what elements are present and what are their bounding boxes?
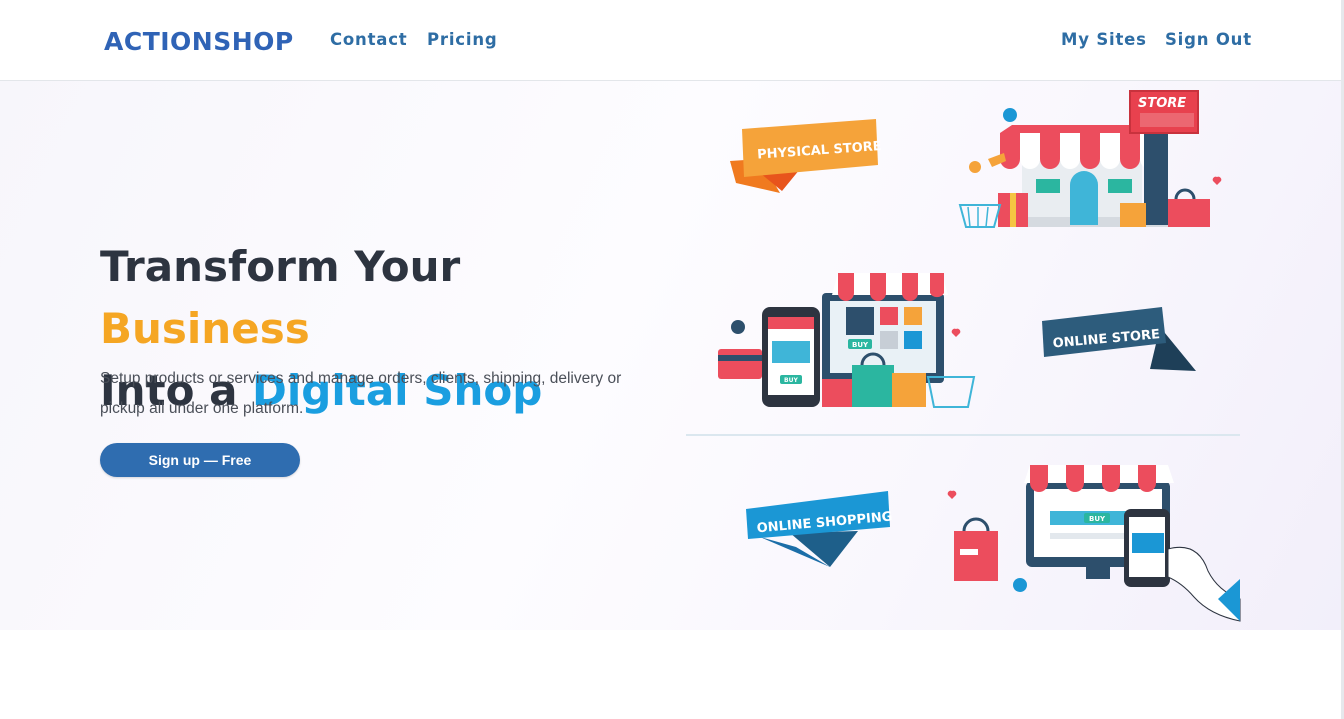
- actionshop-logo[interactable]: ACTIONSHOP: [104, 27, 294, 56]
- store-sign-label: STORE: [1138, 96, 1186, 111]
- online-shopping-icon: BUY: [947, 465, 1241, 622]
- buy-label-phone: BUY: [784, 377, 798, 384]
- buy-label-monitor: BUY: [1089, 515, 1106, 523]
- headline-text-1: Transform Your: [100, 242, 461, 291]
- ribbon-online-store: ONLINE STORE: [1042, 307, 1196, 371]
- top-navbar: ACTIONSHOP Contact Pricing My Sites Sign…: [0, 0, 1344, 81]
- hero-section: Transform Your Business Into a Digital S…: [0, 81, 1341, 630]
- nav-link-sign-out[interactable]: Sign Out: [1165, 30, 1252, 49]
- hero-subtext: Setup products or services and manage or…: [100, 370, 622, 417]
- ribbon-physical-store: PHYSICAL STORE: [730, 119, 882, 193]
- buy-label-window: BUY: [852, 341, 869, 349]
- nav-link-my-sites[interactable]: My Sites: [1061, 30, 1147, 49]
- signup-free-button[interactable]: Sign up — Free: [100, 443, 300, 477]
- online-store-icon: BUY BUY: [718, 273, 976, 408]
- ribbon-online-shopping: ONLINE SHOPPING: [746, 491, 893, 567]
- headline-highlight-business: Business: [100, 304, 310, 353]
- nav-link-contact[interactable]: Contact: [330, 30, 407, 49]
- nav-link-pricing[interactable]: Pricing: [427, 30, 497, 49]
- physical-store-icon: STORE: [958, 90, 1222, 228]
